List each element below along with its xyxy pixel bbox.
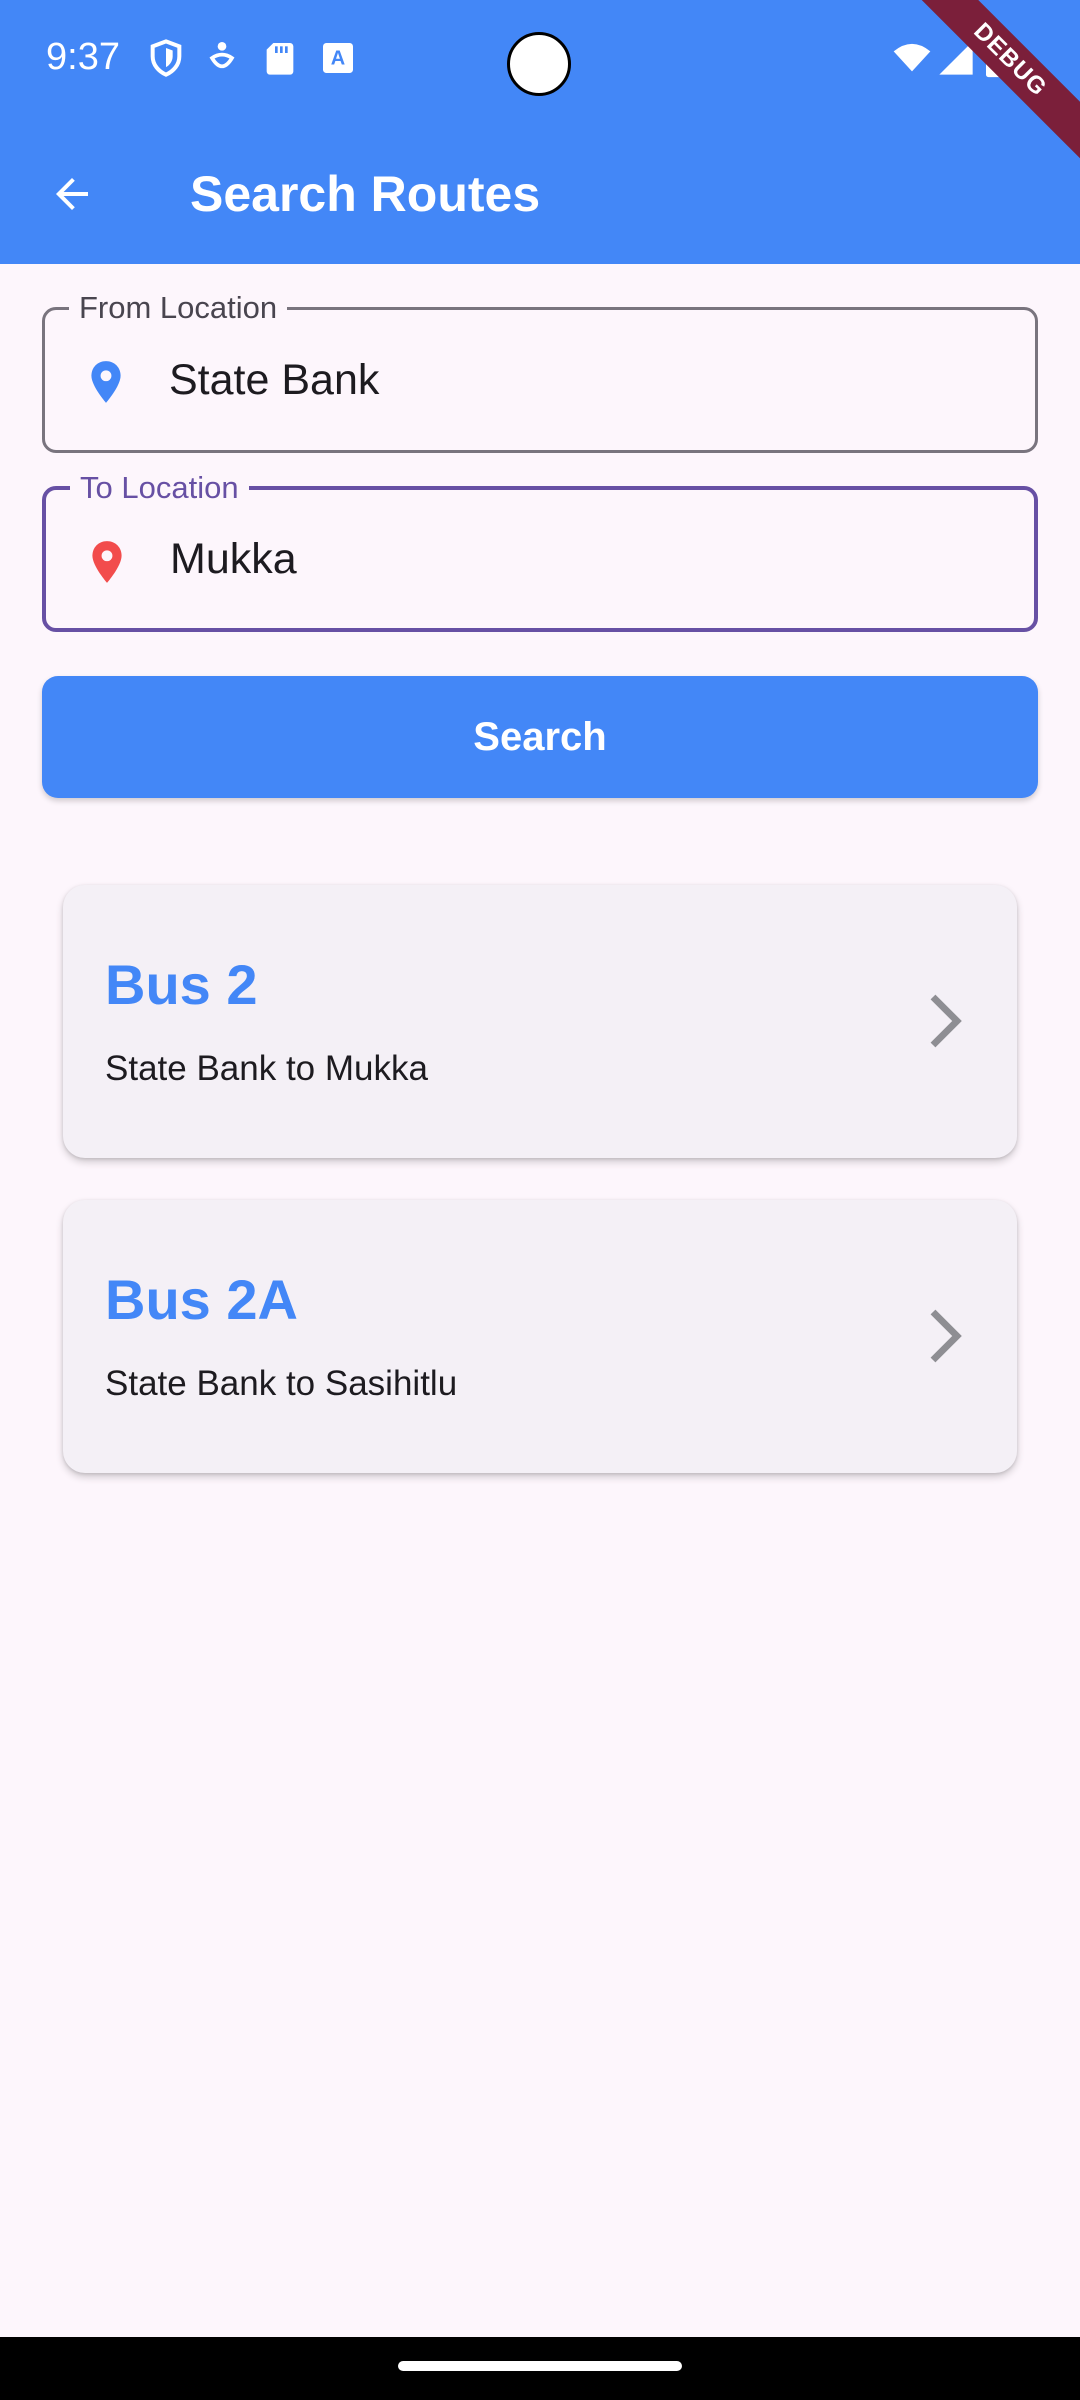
svg-text:A: A: [331, 48, 345, 70]
camera-cutout: [507, 32, 571, 96]
location-pin-icon: [91, 361, 121, 403]
status-bar: 9:37 A DEBUG: [0, 0, 1080, 167]
from-location-field[interactable]: From Location State Bank: [42, 288, 1038, 453]
route-name: Bus 2A: [105, 1268, 298, 1331]
arrow-back-icon: [56, 178, 88, 210]
location-pin-icon: [92, 541, 122, 583]
page-title: Search Routes: [190, 166, 541, 222]
navigation-bar: [0, 2337, 1080, 2400]
from-location-input[interactable]: State Bank: [169, 310, 989, 450]
shield-icon: [150, 39, 182, 77]
search-button[interactable]: Search: [42, 676, 1038, 798]
sd-card-icon: [266, 43, 294, 75]
to-location-input[interactable]: Mukka: [170, 490, 990, 628]
back-button[interactable]: [40, 162, 104, 226]
header: 9:37 A DEBUG Search Routes: [0, 0, 1080, 264]
chevron-right-icon: [930, 994, 962, 1048]
accessibility-icon: [209, 42, 235, 69]
route-card[interactable]: Bus 2A State Bank to Sasihitlu: [63, 1200, 1017, 1473]
chevron-right-icon: [930, 1309, 962, 1363]
screen: 9:37 A DEBUG Search Routes From Location…: [0, 0, 1080, 2400]
status-time: 9:37: [46, 36, 120, 78]
keyboard-a-icon: A: [323, 43, 353, 73]
wifi-icon: [893, 43, 931, 72]
route-card[interactable]: Bus 2 State Bank to Mukka: [63, 885, 1017, 1158]
route-name: Bus 2: [105, 953, 258, 1016]
home-indicator[interactable]: [398, 2361, 682, 2371]
route-description: State Bank to Mukka: [105, 1049, 428, 1088]
route-description: State Bank to Sasihitlu: [105, 1364, 458, 1403]
app-bar: Search Routes: [0, 120, 1080, 264]
to-location-field[interactable]: To Location Mukka: [42, 468, 1038, 632]
